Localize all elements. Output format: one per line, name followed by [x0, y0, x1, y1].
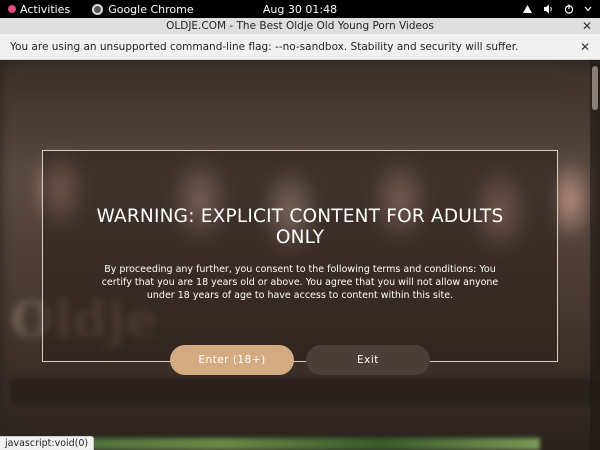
volume-icon	[544, 4, 552, 14]
window-title-bar[interactable]: OLDJE.COM - The Best Oldje Old Young Por…	[0, 18, 600, 34]
enter-button[interactable]: Enter (18+)	[170, 345, 294, 375]
warning-infobar: You are using an unsupported command-lin…	[0, 34, 600, 60]
close-window-icon[interactable]: ✕	[582, 19, 592, 33]
activities-dot-icon	[8, 5, 16, 13]
blurred-thumbnails	[60, 438, 540, 450]
network-icon	[523, 5, 532, 13]
blurred-site-header	[18, 64, 558, 94]
page-scrollbar[interactable]	[590, 60, 600, 450]
app-name: Google Chrome	[108, 2, 194, 16]
close-infobar-icon[interactable]: ✕	[580, 40, 590, 54]
blurred-nav-bar	[10, 378, 600, 404]
scrollbar-thumb[interactable]	[592, 66, 598, 110]
activities-label: Activities	[20, 2, 71, 16]
page-viewport: Oldje WARNING: EXPLICIT CONTENT FOR ADUL…	[0, 60, 600, 450]
exit-button[interactable]: Exit	[306, 345, 430, 375]
link-status-bubble: javascript:void(0)	[0, 436, 95, 450]
system-tray[interactable]	[522, 4, 592, 14]
warning-heading: WARNING: EXPLICIT CONTENT FOR ADULTS ONL…	[96, 206, 504, 248]
chrome-icon	[92, 3, 104, 15]
age-warning-modal: WARNING: EXPLICIT CONTENT FOR ADULTS ONL…	[42, 150, 558, 362]
infobar-message: You are using an unsupported command-lin…	[10, 40, 519, 53]
chevron-down-icon	[584, 6, 592, 12]
system-top-bar: Activities Google Chrome Aug 30 01:48	[0, 0, 600, 18]
activities-button[interactable]: Activities	[8, 3, 70, 16]
power-icon	[564, 4, 574, 14]
warning-body: By proceeding any further, you consent t…	[101, 264, 499, 301]
clock[interactable]: Aug 30 01:48	[0, 3, 600, 16]
app-menu[interactable]: Google Chrome	[92, 2, 194, 16]
window-title: OLDJE.COM - The Best Oldje Old Young Por…	[166, 20, 434, 32]
